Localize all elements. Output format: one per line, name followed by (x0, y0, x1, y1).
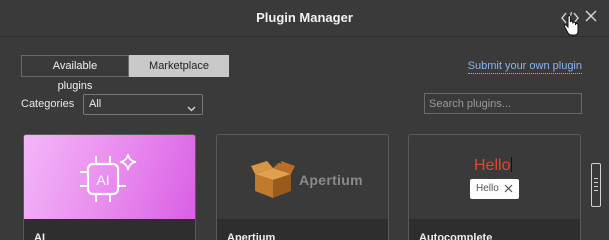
scrollbar-grip (594, 178, 598, 179)
tab-available-plugins[interactable]: Available plugins (21, 55, 129, 92)
chevron-down-icon (187, 100, 196, 112)
tab-bar: Available plugins Marketplace (21, 55, 229, 92)
categories-select[interactable]: All (83, 94, 203, 115)
plugin-banner: Apertium (217, 135, 388, 219)
close-icon (504, 184, 513, 193)
categories-selected-value: All (89, 98, 102, 110)
suggestion-pill: Hello (470, 179, 519, 199)
plugin-name: AI (34, 232, 45, 240)
plugin-name-bar (24, 219, 195, 240)
close-icon[interactable] (584, 9, 598, 23)
plugin-card-autocomplete[interactable]: Hello Hello Autocomplete (408, 134, 581, 240)
scrollbar-grip (594, 190, 598, 191)
plugin-card-ai[interactable]: AI AI (23, 134, 196, 240)
categories-label: Categories (21, 98, 75, 110)
plugin-name: Apertium (227, 232, 276, 240)
window-title: Plugin Manager (256, 10, 353, 25)
plugin-name: Autocomplete (419, 232, 493, 240)
autocomplete-preview: Hello (474, 157, 513, 175)
tab-marketplace[interactable]: Marketplace (129, 55, 229, 77)
scrollbar-grip (594, 186, 598, 187)
plugin-banner: Hello Hello (409, 135, 580, 219)
submit-plugin-link[interactable]: Submit your own plugin (467, 60, 582, 74)
hand-cursor-icon (562, 15, 580, 37)
ai-chip-sparkle-icon: AI (80, 153, 137, 202)
plugin-banner: AI (24, 135, 195, 219)
apertium-logo-text: Apertium (299, 172, 363, 188)
plugin-card-apertium[interactable]: Apertium Apertium (216, 134, 389, 240)
box-icon (251, 160, 295, 198)
title-bar: Plugin Manager (0, 0, 609, 37)
text-caret (511, 157, 513, 172)
search-input[interactable] (424, 93, 582, 114)
autocomplete-preview-text: Hello (474, 157, 511, 174)
suggestion-text: Hello (476, 183, 499, 194)
scrollbar-thumb[interactable] (591, 163, 601, 207)
svg-text:AI: AI (96, 172, 109, 188)
scrollbar-grip (594, 182, 598, 183)
